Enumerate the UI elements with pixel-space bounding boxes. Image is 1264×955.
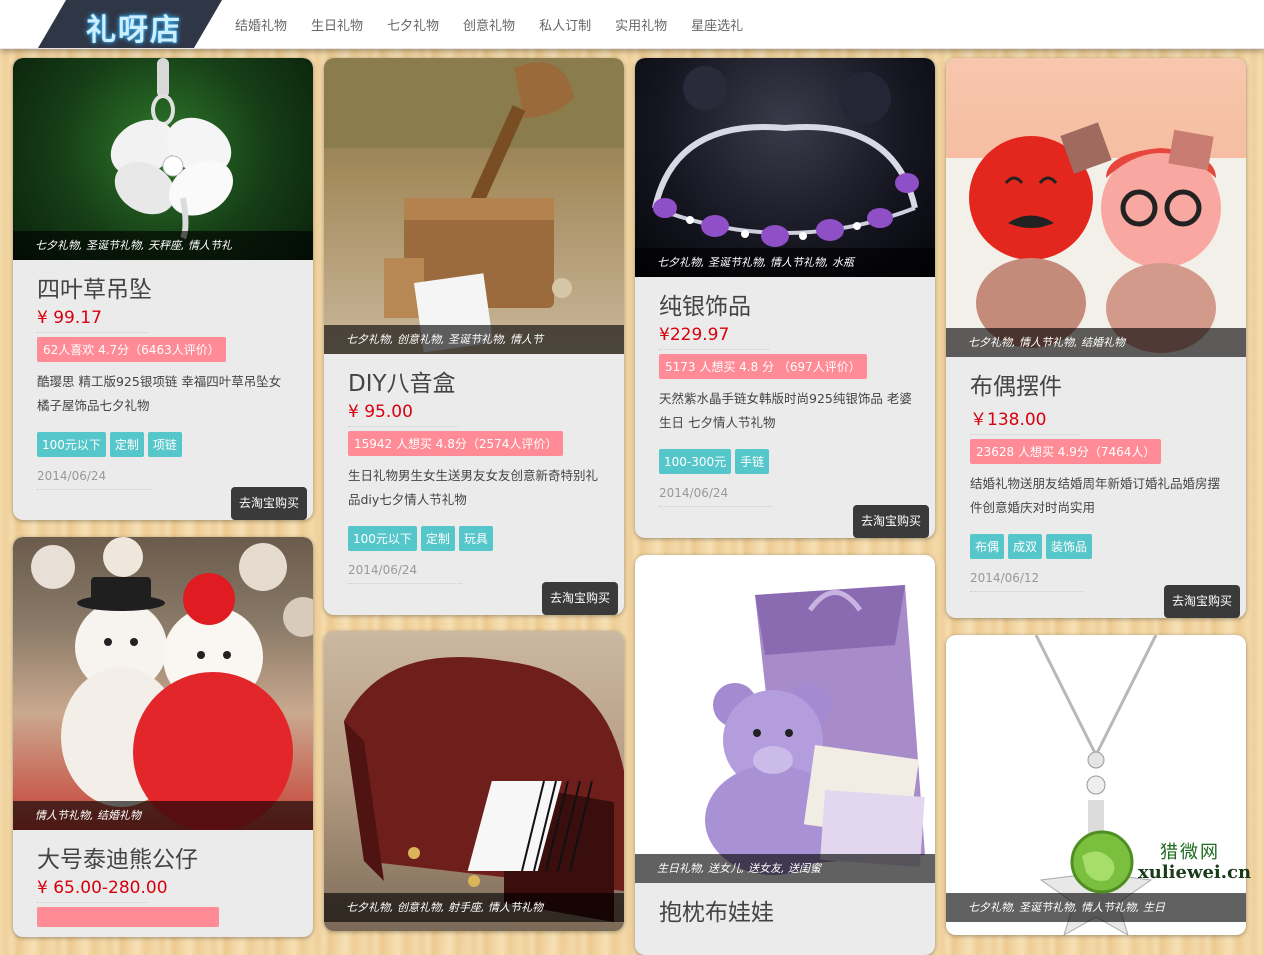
- post-date: 2014/06/12: [970, 571, 1084, 592]
- product-title[interactable]: 布偶摆件: [970, 367, 1246, 401]
- product-price: ¥ 65.00-280.00: [37, 878, 168, 903]
- tag-overlay: 七夕礼物, 创意礼物, 圣诞节礼物, 情人节: [324, 325, 624, 354]
- couple-dolls-illustration: [946, 122, 1246, 357]
- post-date: 2014/06/24: [659, 486, 773, 507]
- product-card: 七夕礼物, 情人节礼物, 结婚礼物 布偶摆件 ￥138.00 23628 人想买…: [946, 58, 1246, 618]
- tag-overlay: 生日礼物, 送女儿, 送女友, 送闺蜜: [635, 854, 935, 883]
- product-price: ￥138.00: [970, 405, 1080, 435]
- product-card: 七夕礼物, 圣诞节礼物, 天秤座, 情人节礼 四叶草吊坠 ¥ 99.17 62人…: [13, 58, 313, 520]
- product-price: ¥ 95.00: [348, 402, 458, 427]
- tag-overlay: 七夕礼物, 圣诞节礼物, 情人节礼物, 水瓶: [635, 248, 935, 277]
- buy-on-taobao-button[interactable]: 去淘宝购买: [1163, 585, 1240, 618]
- product-image[interactable]: 七夕礼物, 圣诞节礼物, 天秤座, 情人节礼: [13, 58, 313, 260]
- nav-item-custom[interactable]: 私人订制: [539, 15, 591, 34]
- tag-chip[interactable]: 玩具: [458, 526, 493, 551]
- amethyst-bracelet-illustration: [652, 66, 919, 247]
- product-title[interactable]: 纯银饰品: [659, 287, 935, 321]
- product-card: 情人节礼物, 结婚礼物 大号泰迪熊公仔 ¥ 65.00-280.00: [13, 537, 313, 937]
- site-logo[interactable]: 礼呀店: [38, 0, 222, 48]
- product-price: ¥ 99.17: [37, 308, 147, 333]
- tag-overlay: 七夕礼物, 圣诞节礼物, 天秤座, 情人节礼: [13, 231, 313, 260]
- product-image[interactable]: 七夕礼物, 情人节礼物, 结婚礼物: [946, 58, 1246, 357]
- nav-item-zodiac[interactable]: 星座选礼: [691, 15, 743, 34]
- product-description: 天然紫水晶手链女韩版时尚925纯银饰品 老婆生日 七夕情人节礼物: [659, 391, 912, 430]
- watermark-cn: 猎微网: [1160, 842, 1220, 863]
- chip-list: 100元以下 定制 玩具: [348, 526, 624, 551]
- tag-chip[interactable]: 项链: [147, 432, 182, 457]
- nav-item-wedding[interactable]: 结婚礼物: [235, 15, 287, 34]
- main-nav: 结婚礼物 生日礼物 七夕礼物 创意礼物 私人订制 实用礼物 星座选礼: [235, 0, 767, 48]
- product-card: 生日礼物, 送女儿, 送女友, 送闺蜜 抱枕布娃娃: [635, 555, 935, 955]
- product-price: ¥229.97: [659, 325, 769, 350]
- teddy-bears-illustration: [31, 537, 313, 830]
- buy-on-taobao-button[interactable]: 去淘宝购买: [852, 505, 929, 538]
- piano-box-illustration: [344, 657, 624, 923]
- tag-chip[interactable]: 100元以下: [348, 526, 417, 551]
- product-title[interactable]: 四叶草吊坠: [37, 270, 313, 304]
- rating-badge: 23628 人想买 4.9分（7464人）: [970, 439, 1162, 464]
- globe-logo-icon: [1070, 830, 1134, 894]
- nav-item-birthday[interactable]: 生日礼物: [311, 15, 363, 34]
- tag-chip[interactable]: 定制: [420, 526, 455, 551]
- top-navbar: 礼呀店 结婚礼物 生日礼物 七夕礼物 创意礼物 私人订制 实用礼物 星座选礼: [0, 0, 1264, 49]
- product-card: 七夕礼物, 创意礼物, 圣诞节礼物, 情人节 DIY八音盒 ¥ 95.00 15…: [324, 58, 624, 615]
- product-image[interactable]: 七夕礼物, 创意礼物, 射手座, 情人节礼物: [324, 631, 624, 931]
- chip-list: 100-300元 手链: [659, 449, 935, 474]
- product-description: 生日礼物男生女生送男友女友创意新奇特别礼品diy七夕情人节礼物: [348, 468, 599, 507]
- logo-text: 礼呀店: [86, 13, 182, 48]
- nav-item-practical[interactable]: 实用礼物: [615, 15, 667, 34]
- product-image[interactable]: 七夕礼物, 圣诞节礼物, 情人节礼物, 水瓶: [635, 58, 935, 277]
- site-watermark: 猎微网 xuliewei.cn: [1068, 828, 1258, 898]
- chip-list: 布偶 成双 装饰品: [970, 534, 1246, 559]
- tag-chip[interactable]: 成双: [1008, 534, 1043, 559]
- clover-pendant-illustration: [110, 58, 233, 240]
- nav-item-qixi[interactable]: 七夕礼物: [387, 15, 439, 34]
- tag-chip[interactable]: 100元以下: [37, 432, 106, 457]
- tag-chip[interactable]: 100-300元: [659, 449, 732, 474]
- tag-overlay: 七夕礼物, 情人节礼物, 结婚礼物: [946, 328, 1246, 357]
- product-description: 结婚礼物送朋友结婚周年新婚订婚礼品婚房摆件创意婚庆对时尚实用: [970, 476, 1221, 515]
- nav-item-creative[interactable]: 创意礼物: [463, 15, 515, 34]
- product-image[interactable]: 生日礼物, 送女儿, 送女友, 送闺蜜: [635, 555, 935, 883]
- buy-on-taobao-button[interactable]: 去淘宝购买: [541, 582, 618, 615]
- chip-list: 100元以下 定制 项链: [37, 432, 313, 457]
- tag-chip[interactable]: 定制: [109, 432, 144, 457]
- rating-badge: [37, 907, 219, 927]
- tag-overlay: 七夕礼物, 创意礼物, 射手座, 情人节礼物: [324, 893, 624, 922]
- product-title[interactable]: 抱枕布娃娃: [659, 893, 935, 927]
- purple-bear-gift-illustration: [705, 585, 925, 875]
- product-title[interactable]: DIY八音盒: [348, 364, 624, 398]
- rating-badge: 62人喜欢 4.7分（6463人评价）: [37, 337, 226, 362]
- rating-badge: 5173 人想买 4.8 分 （697人评价）: [659, 354, 867, 379]
- product-card: 七夕礼物, 创意礼物, 射手座, 情人节礼物: [324, 631, 624, 931]
- watermark-en: xuliewei.cn: [1138, 862, 1252, 883]
- post-date: 2014/06/24: [348, 563, 462, 584]
- tag-overlay: 情人节礼物, 结婚礼物: [13, 801, 313, 830]
- tag-chip[interactable]: 装饰品: [1046, 534, 1093, 559]
- product-image[interactable]: 情人节礼物, 结婚礼物: [13, 537, 313, 830]
- post-date: 2014/06/24: [37, 469, 151, 490]
- music-box-illustration: [324, 58, 624, 353]
- product-image[interactable]: 七夕礼物, 创意礼物, 圣诞节礼物, 情人节: [324, 58, 624, 354]
- buy-on-taobao-button[interactable]: 去淘宝购买: [230, 487, 307, 520]
- product-title[interactable]: 大号泰迪熊公仔: [37, 840, 313, 874]
- product-description: 酷璎思 精工版925银项链 幸福四叶草吊坠女橘子屋饰品七夕礼物: [37, 374, 282, 413]
- tag-chip[interactable]: 手链: [735, 449, 770, 474]
- rating-badge: 15942 人想买 4.8分（2574人评价）: [348, 431, 564, 456]
- product-card: 七夕礼物, 圣诞节礼物, 情人节礼物, 水瓶 纯银饰品 ¥229.97 5173…: [635, 58, 935, 538]
- tag-chip[interactable]: 布偶: [970, 534, 1005, 559]
